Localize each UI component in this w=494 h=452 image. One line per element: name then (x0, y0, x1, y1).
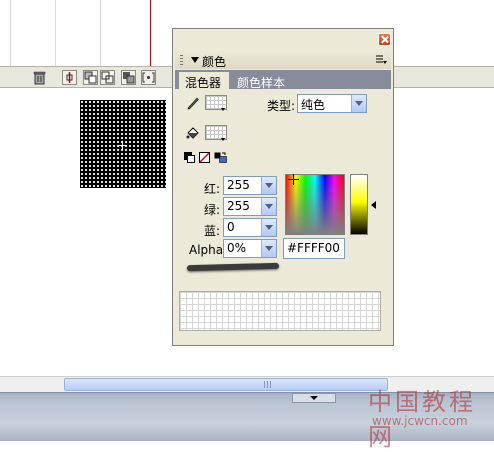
chevron-down-icon[interactable] (261, 219, 276, 236)
black-white-icon[interactable] (184, 152, 195, 163)
red-input[interactable]: 255 (223, 176, 277, 195)
no-color-icon[interactable] (199, 152, 210, 163)
red-label: 红: (204, 182, 221, 196)
type-value: 纯色 (301, 98, 326, 112)
expand-panel-button[interactable] (292, 393, 336, 403)
collapse-arrow-icon[interactable] (191, 57, 199, 63)
onion-skin-outlines-icon[interactable] (100, 70, 115, 85)
pencil-icon[interactable] (185, 95, 201, 111)
redaction-scribble (186, 262, 280, 272)
scrollbar-thumb[interactable] (64, 378, 388, 391)
chevron-down-icon (310, 396, 318, 400)
panel-header[interactable]: 颜色 (175, 51, 391, 69)
type-select[interactable]: 纯色 (297, 94, 367, 113)
center-frame-icon[interactable] (62, 70, 77, 85)
blue-input[interactable]: 0 (223, 218, 277, 237)
color-panel: 颜色 混色器 颜色样本 类型: 纯色 红: 255 绿: 255 蓝: 0 Al… (172, 28, 394, 346)
crosshair-icon (288, 174, 299, 185)
chevron-down-icon[interactable] (261, 198, 276, 215)
brightness-slider[interactable] (350, 174, 368, 235)
color-preview-swatch (179, 291, 381, 331)
alpha-label: Alpha: (189, 243, 228, 257)
alpha-input[interactable]: 0% (223, 239, 277, 258)
modify-onion-markers-icon[interactable] (141, 70, 156, 85)
chevron-down-icon[interactable] (261, 177, 276, 194)
watermark-url: www.jcwcn.com (372, 414, 468, 428)
edit-multiple-frames-icon[interactable] (121, 70, 136, 85)
hex-color-input[interactable]: #FFFF00 (283, 238, 345, 259)
type-label: 类型: (267, 99, 296, 113)
chevron-down-icon (221, 138, 225, 141)
grip-icon[interactable] (180, 55, 183, 65)
green-input[interactable]: 255 (223, 197, 277, 216)
scrollbar-grip (264, 381, 273, 388)
timeline-playhead[interactable] (150, 0, 151, 66)
chevron-down-icon (221, 108, 225, 111)
panel-title: 颜色 (202, 55, 227, 69)
blue-label: 蓝: (204, 224, 221, 238)
registration-point (118, 141, 127, 150)
panel-tabs: 混色器 颜色样本 (175, 70, 391, 90)
paint-bucket-icon[interactable] (185, 125, 201, 141)
tab-swatches[interactable]: 颜色样本 (231, 72, 291, 90)
options-menu-icon[interactable] (376, 55, 387, 65)
tab-mixer[interactable]: 混色器 (179, 72, 229, 90)
onion-skin-icon[interactable] (83, 70, 98, 85)
close-icon[interactable] (378, 33, 391, 46)
panel-titlebar[interactable] (173, 29, 393, 50)
trash-icon[interactable] (33, 70, 46, 85)
chevron-down-icon[interactable] (261, 240, 276, 257)
green-label: 绿: (204, 203, 221, 217)
slider-pointer-icon[interactable] (371, 201, 376, 209)
chevron-down-icon[interactable] (351, 95, 366, 112)
swap-colors-icon[interactable] (214, 152, 227, 163)
